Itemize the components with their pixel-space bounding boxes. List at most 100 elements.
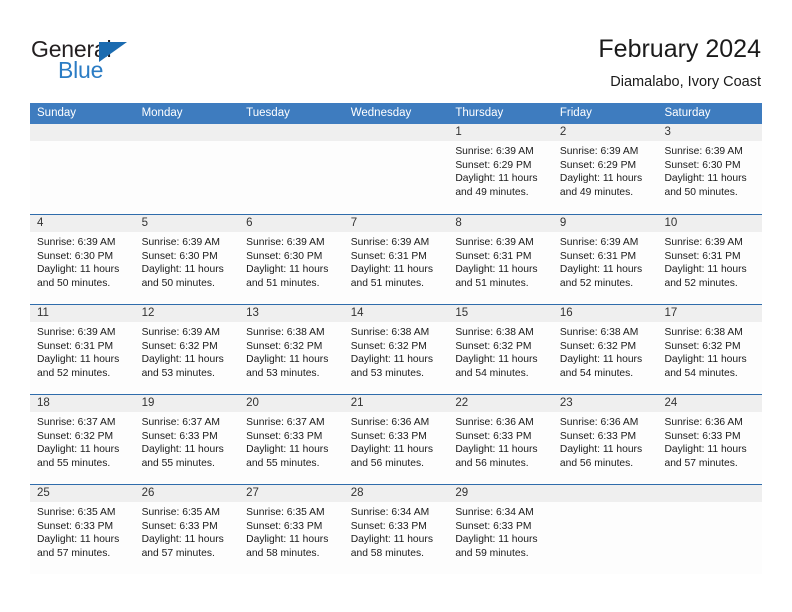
calendar-day-cell[interactable]: 18 Sunrise: 6:37 AM Sunset: 6:32 PM Dayligh… <box>30 395 135 484</box>
calendar-day-cell[interactable]: 10 Sunrise: 6:39 AM Sunset: 6:31 PM Dayligh… <box>657 215 763 304</box>
day-detail-line: Sunset: 6:31 PM <box>664 250 741 262</box>
day-detail-line: and 56 minutes. <box>559 457 634 469</box>
day-detail-line: Sunset: 6:33 PM <box>455 520 532 532</box>
calendar-day-cell[interactable]: 25 Sunrise: 6:35 AM Sunset: 6:33 PM Dayligh… <box>30 485 135 574</box>
calendar-day-cell[interactable]: 24 Sunrise: 6:36 AM Sunset: 6:33 PM Dayligh… <box>657 395 763 484</box>
day-number: 28 <box>350 487 364 499</box>
day-number: 8 <box>455 217 462 229</box>
day-detail-line: Sunset: 6:32 PM <box>350 340 427 352</box>
day-detail-line: Daylight: 11 hours <box>246 264 329 276</box>
calendar-day-cell[interactable]: 8 Sunrise: 6:39 AM Sunset: 6:31 PM Daylight… <box>448 215 553 304</box>
day-number: 9 <box>559 217 567 229</box>
calendar-week-row: 4 Sunrise: 6:39 AM Sunset: 6:30 PM Daylight… <box>30 214 763 304</box>
day-sun-details: Sunrise: 6:39 AM Sunset: 6:30 PM Daylight:… <box>239 232 344 290</box>
calendar-week-row: 11 Sunrise: 6:39 AM Sunset: 6:31 PM Dayligh… <box>30 304 763 394</box>
day-number-band <box>239 124 344 141</box>
calendar-day-cell[interactable]: 5 Sunrise: 6:39 AM Sunset: 6:30 PM Daylight… <box>134 215 240 304</box>
day-detail-line: Sunrise: 6:39 AM <box>455 146 534 157</box>
calendar-day-cell[interactable]: 4 Sunrise: 6:39 AM Sunset: 6:30 PM Daylight… <box>30 215 135 304</box>
calendar-day-cell[interactable]: 11 Sunrise: 6:39 AM Sunset: 6:31 PM Dayligh… <box>30 305 135 394</box>
day-detail-line: Daylight: 11 hours <box>664 264 747 276</box>
day-detail-line: Daylight: 11 hours <box>455 354 538 366</box>
calendar-day-cell[interactable]: 7 Sunrise: 6:39 AM Sunset: 6:31 PM Daylight… <box>343 215 449 304</box>
day-detail-line: Sunset: 6:33 PM <box>141 520 218 532</box>
day-sun-details: Sunrise: 6:35 AM Sunset: 6:33 PM Daylight:… <box>239 502 344 560</box>
general-blue-logo[interactable]: General Blue <box>31 38 161 84</box>
calendar-day-cell[interactable]: 28 Sunrise: 6:34 AM Sunset: 6:33 PM Dayligh… <box>343 485 449 574</box>
day-number: 12 <box>141 307 155 319</box>
day-detail-line: and 53 minutes. <box>350 367 425 379</box>
day-detail-line: Daylight: 11 hours <box>664 444 747 456</box>
calendar-day-cell[interactable]: 15 Sunrise: 6:38 AM Sunset: 6:32 PM Dayligh… <box>448 305 553 394</box>
day-detail-line: and 50 minutes. <box>141 277 215 289</box>
day-sun-details: Sunrise: 6:35 AM Sunset: 6:33 PM Daylight:… <box>135 502 240 560</box>
day-detail-line: Daylight: 11 hours <box>37 534 120 546</box>
weekday-header-sunday: Sunday <box>37 107 77 119</box>
day-detail-line: Daylight: 11 hours <box>664 173 747 185</box>
calendar-day-cell[interactable]: 16 Sunrise: 6:38 AM Sunset: 6:32 PM Dayligh… <box>552 305 658 394</box>
weekday-header-friday: Friday <box>559 107 592 119</box>
day-detail-line: Sunrise: 6:39 AM <box>246 237 325 248</box>
day-number: 4 <box>37 217 44 229</box>
day-number: 27 <box>246 487 259 499</box>
day-detail-line: Sunrise: 6:39 AM <box>455 237 534 248</box>
calendar-day-cell[interactable]: 2 Sunrise: 6:39 AM Sunset: 6:29 PM Daylight… <box>552 124 658 214</box>
day-sun-details: Sunrise: 6:39 AM Sunset: 6:32 PM Daylight:… <box>135 322 240 380</box>
day-detail-line: Sunset: 6:32 PM <box>246 340 323 352</box>
calendar-day-cell[interactable]: 21 Sunrise: 6:36 AM Sunset: 6:33 PM Dayligh… <box>343 395 449 484</box>
calendar-day-cell[interactable]: 13 Sunrise: 6:38 AM Sunset: 6:32 PM Dayligh… <box>239 305 344 394</box>
day-detail-line: and 57 minutes. <box>141 547 215 559</box>
day-detail-line: Daylight: 11 hours <box>141 444 224 456</box>
day-detail-line: Daylight: 11 hours <box>455 264 538 276</box>
day-detail-line: Sunrise: 6:39 AM <box>350 237 430 248</box>
day-detail-line: Sunset: 6:31 PM <box>37 340 114 352</box>
day-detail-line: Sunset: 6:31 PM <box>559 250 637 262</box>
day-number-band: 21 <box>343 395 449 412</box>
day-sun-details: Sunrise: 6:39 AM Sunset: 6:29 PM Daylight:… <box>448 141 553 199</box>
calendar-day-cell[interactable]: 14 Sunrise: 6:38 AM Sunset: 6:32 PM Dayligh… <box>343 305 449 394</box>
day-number: 11 <box>37 307 49 319</box>
day-detail-line: and 56 minutes. <box>350 457 425 469</box>
day-detail-line: and 59 minutes. <box>455 547 529 559</box>
day-number: 7 <box>350 217 358 229</box>
calendar-day-cell[interactable]: 23 Sunrise: 6:36 AM Sunset: 6:33 PM Dayligh… <box>552 395 658 484</box>
page-subtitle: Diamalabo, Ivory Coast <box>610 74 761 90</box>
calendar-day-cell[interactable]: 6 Sunrise: 6:39 AM Sunset: 6:30 PM Daylight… <box>239 215 344 304</box>
day-sun-details: Sunrise: 6:38 AM Sunset: 6:32 PM Daylight:… <box>448 322 553 380</box>
calendar-day-cell[interactable]: 26 Sunrise: 6:35 AM Sunset: 6:33 PM Dayligh… <box>134 485 240 574</box>
calendar-day-cell[interactable]: 9 Sunrise: 6:39 AM Sunset: 6:31 PM Daylight… <box>552 215 658 304</box>
day-detail-line: Sunrise: 6:37 AM <box>37 417 116 428</box>
day-detail-line: Sunset: 6:32 PM <box>37 430 114 442</box>
day-detail-line: and 55 minutes. <box>246 457 320 469</box>
day-number-band: 18 <box>30 395 135 412</box>
day-number: 19 <box>141 397 155 409</box>
day-detail-line: and 50 minutes. <box>664 186 738 198</box>
day-detail-line: Sunrise: 6:38 AM <box>455 327 534 338</box>
calendar-day-cell[interactable]: 19 Sunrise: 6:37 AM Sunset: 6:33 PM Dayligh… <box>134 395 240 484</box>
calendar-day-cell[interactable]: 20 Sunrise: 6:37 AM Sunset: 6:33 PM Dayligh… <box>239 395 344 484</box>
calendar-day-cell-empty <box>30 124 135 214</box>
day-sun-details: Sunrise: 6:34 AM Sunset: 6:33 PM Daylight:… <box>344 502 449 560</box>
day-detail-line: Sunrise: 6:38 AM <box>559 327 639 338</box>
calendar-day-cell[interactable]: 27 Sunrise: 6:35 AM Sunset: 6:33 PM Dayligh… <box>239 485 344 574</box>
day-detail-line: and 55 minutes. <box>37 457 111 469</box>
calendar-day-cell[interactable]: 29 Sunrise: 6:34 AM Sunset: 6:33 PM Dayligh… <box>448 485 553 574</box>
calendar-day-cell[interactable]: 22 Sunrise: 6:36 AM Sunset: 6:33 PM Dayligh… <box>448 395 553 484</box>
day-number-band: 23 <box>552 395 658 412</box>
day-number-band: 11 <box>30 305 135 322</box>
calendar-day-cell[interactable]: 12 Sunrise: 6:39 AM Sunset: 6:32 PM Dayligh… <box>134 305 240 394</box>
day-detail-line: Sunset: 6:33 PM <box>37 520 114 532</box>
day-detail-line: Daylight: 11 hours <box>664 354 747 366</box>
day-number: 20 <box>246 397 259 409</box>
calendar-day-cell[interactable]: 3 Sunrise: 6:39 AM Sunset: 6:30 PM Daylight… <box>657 124 763 214</box>
weekday-header-row: Sunday Monday Tuesday Wednesday Thursday Frid… <box>30 103 762 124</box>
day-sun-details: Sunrise: 6:39 AM Sunset: 6:31 PM Daylight:… <box>30 322 135 380</box>
day-detail-line: and 50 minutes. <box>37 277 111 289</box>
day-detail-line: Sunset: 6:32 PM <box>455 340 532 352</box>
day-detail-line: Sunrise: 6:39 AM <box>141 237 220 248</box>
day-detail-line: and 49 minutes. <box>455 186 529 198</box>
day-detail-line: Daylight: 11 hours <box>455 534 538 546</box>
day-number-band <box>343 124 449 141</box>
calendar-day-cell[interactable]: 17 Sunrise: 6:38 AM Sunset: 6:32 PM Dayligh… <box>657 305 763 394</box>
calendar-day-cell[interactable]: 1 Sunrise: 6:39 AM Sunset: 6:29 PM Daylight… <box>448 124 553 214</box>
